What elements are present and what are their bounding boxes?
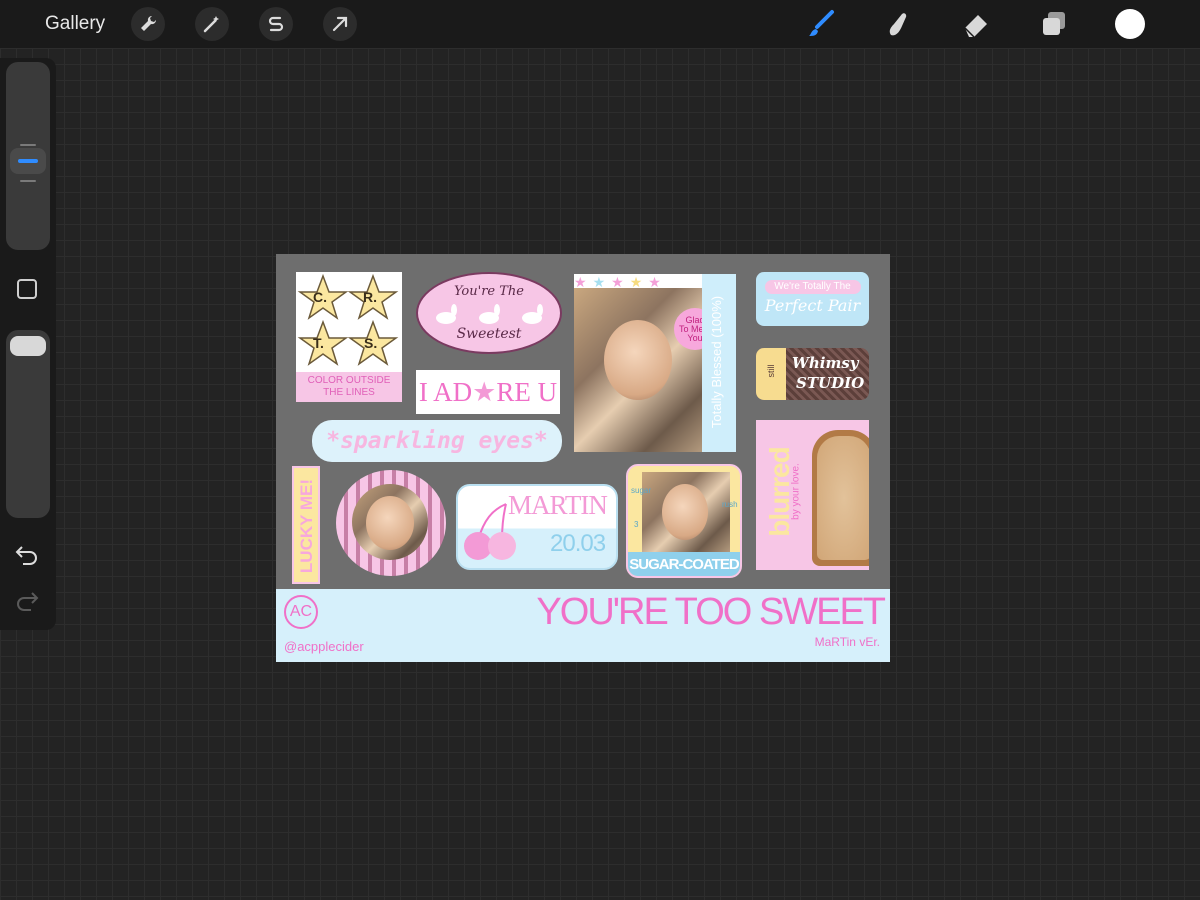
left-sidebar [0,58,56,630]
blurred-subtext: by your love. [790,463,802,520]
opacity-thumb[interactable] [10,336,46,356]
magic-wand-icon [203,16,219,33]
sugar-coated-sticker: sugar rush 3 SUGAR-COATED [626,464,742,578]
footer-subtitle: MaRTin vEr. [814,635,880,649]
perfect-pair-line2: Perfect Pair [764,296,861,315]
round-photo-sticker [336,470,446,576]
star-icons [297,273,399,366]
smudge-tool-button[interactable] [882,8,914,40]
brush-tool-button[interactable] [804,8,836,40]
portrait-face [604,320,672,400]
sugar-photo [642,472,730,552]
redo-icon [17,592,39,611]
adjustments-button[interactable] [195,7,229,41]
sugar-tag-num: 3 [634,520,639,529]
photo-poster-sticker: ★★★★★ Glad To Meet You Totally Blessed (… [574,274,736,452]
slider-tick [20,144,36,146]
sparkling-text: *sparkling eyes* [326,428,548,454]
ac-logo: AC [284,595,318,629]
selection-button[interactable] [259,7,293,41]
sweetest-line2: Sweetest [456,326,522,342]
martin-date: 20.03 [550,530,606,557]
selection-icon [268,16,284,32]
martin-ticket-sticker: MARTIN 20.03 [456,484,618,570]
perfect-pair-sticker: We're Totally The Perfect Pair [756,272,869,326]
undo-button[interactable] [14,544,40,571]
bread-image [812,430,869,566]
lucky-text: LUCKY ME! [297,478,316,574]
color-picker-button[interactable] [1115,9,1145,39]
whimsy-line1: Whimsy [792,354,859,372]
brush-size-slider[interactable] [6,62,50,250]
sugar-photo-face [662,484,708,540]
blessed-text: Totally Blessed (100%) [709,295,724,429]
crts-letter: T. [313,335,324,351]
smudge-icon [889,13,907,36]
whimsy-tag-text: still [766,364,776,378]
eraser-tool-button[interactable] [960,8,992,40]
sparkling-eyes-sticker: *sparkling eyes* [312,420,562,462]
footer-title: YOU'RE TOO SWEET [536,591,886,633]
transform-button[interactable] [323,7,357,41]
layers-button[interactable] [1038,8,1070,40]
blessed-strip: Totally Blessed (100%) [702,274,736,452]
martin-name: MARTIN [508,490,608,520]
sweetest-oval-sticker: You're The Sweetest [416,272,562,354]
opacity-slider[interactable] [6,330,50,518]
ac-logo-text: AC [289,603,313,620]
actions-wrench-button[interactable] [131,7,165,41]
perfect-pair-line1: We're Totally The [764,280,861,294]
brush-size-thumb[interactable] [10,148,46,174]
undo-icon [15,546,37,565]
crts-caption-line: COLOR OUTSIDE [307,375,391,386]
sugar-caption: SUGAR-COATED [628,552,740,576]
lucky-me-sticker: LUCKY ME! [292,466,320,584]
drawing-canvas[interactable]: C. R. T. S. COLOR OUTSIDE THE LINES You'… [276,254,890,662]
sweetest-line1: You're The [453,284,524,299]
transform-arrow-icon [332,16,348,32]
crts-letter: S. [364,335,378,351]
sugar-tag-right: rush [722,500,738,509]
wrench-icon [141,15,157,31]
crts-letter: C. [313,289,327,305]
crts-letter: R. [363,289,377,305]
crts-sticker: C. R. T. S. COLOR OUTSIDE THE LINES [296,272,402,402]
eraser-icon [964,15,987,38]
heart-o-icon: ★ [472,377,497,407]
layers-icon [1043,12,1065,35]
top-toolbar: Gallery [0,0,1200,48]
slider-tick [20,180,36,182]
round-photo [352,484,428,560]
gallery-button[interactable]: Gallery [45,13,105,35]
crts-caption: COLOR OUTSIDE THE LINES [296,372,402,402]
redo-button[interactable] [14,590,40,617]
blurred-sticker: blurred by your love. [756,420,869,570]
brush-icon [809,10,834,36]
bunny-icons [436,304,543,324]
sugar-tag-left: sugar [631,486,652,495]
square-modifier-icon[interactable] [17,279,37,299]
whimsy-tag: still [756,348,786,400]
adore-text-right: RE U [496,377,558,407]
round-photo-face [366,496,414,550]
footer-handle: @acpplecider [284,639,364,654]
whimsy-line2: STUDIO [796,374,865,392]
size-indicator [18,159,38,163]
whimsy-studio-sticker: still Whimsy STUDIO [756,348,869,400]
adore-text-left: I AD [418,377,473,407]
crts-caption-line: THE LINES [323,387,375,398]
adore-sticker: I AD★RE U [416,370,560,414]
footer-banner: AC @acpplecider YOU'RE TOO SWEET MaRTin … [276,589,890,662]
